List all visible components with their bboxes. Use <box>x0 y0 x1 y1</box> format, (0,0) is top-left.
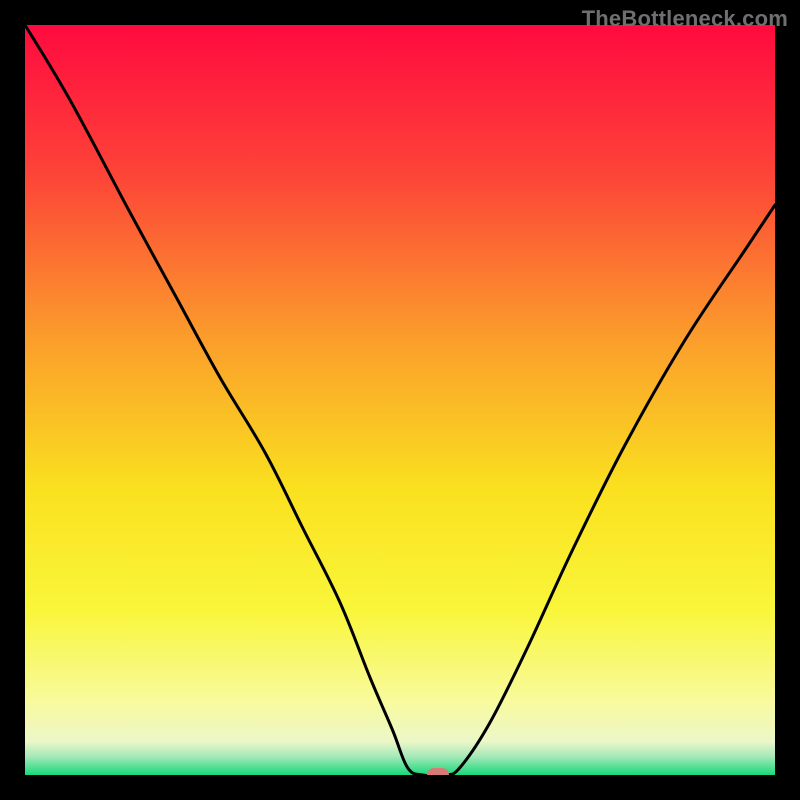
gradient-backdrop <box>25 25 775 775</box>
chart-svg <box>25 25 775 775</box>
watermark-text: TheBottleneck.com <box>582 6 788 32</box>
optimum-marker <box>427 768 449 775</box>
plot-area <box>25 25 775 775</box>
chart-frame: TheBottleneck.com <box>0 0 800 800</box>
